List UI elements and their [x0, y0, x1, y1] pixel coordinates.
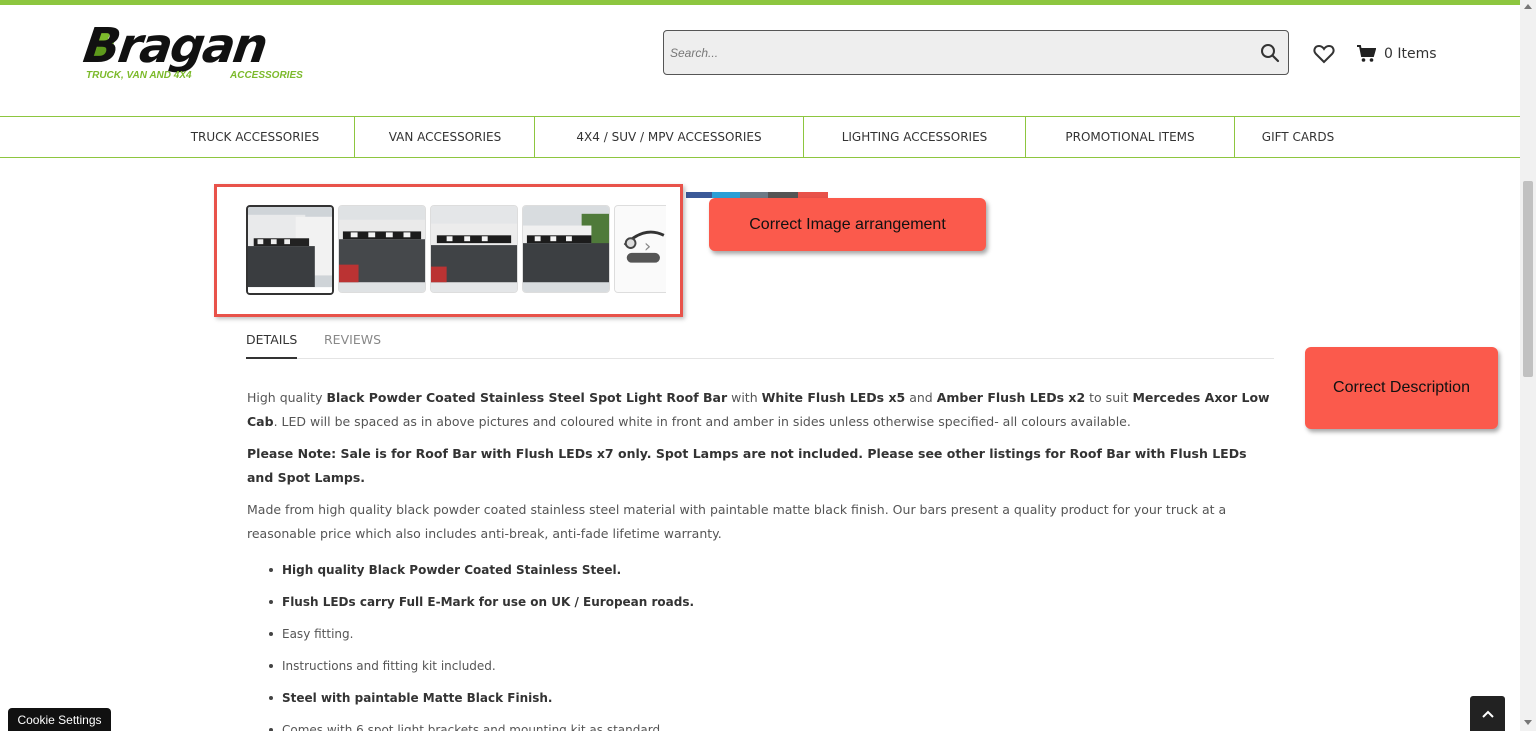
- nav-item-lighting-accessories[interactable]: LIGHTING ACCESSORIES: [804, 117, 1025, 157]
- cookie-settings-button[interactable]: Cookie Settings: [8, 708, 111, 731]
- description-text: . LED will be spaced as in above picture…: [273, 414, 1131, 429]
- description-paragraph: High quality Black Powder Coated Stainle…: [247, 386, 1277, 434]
- logo-tagline-right: ACCESSORIES: [230, 70, 303, 81]
- description-bold-text: Black Powder Coated Stainless Steel Spot…: [326, 390, 728, 405]
- main-nav: TRUCK ACCESSORIES VAN ACCESSORIES 4X4 / …: [0, 116, 1520, 158]
- nav-item-4x4-accessories[interactable]: 4X4 / SUV / MPV ACCESSORIES: [535, 117, 803, 157]
- back-to-top-button[interactable]: [1470, 696, 1505, 731]
- thumbnail-image[interactable]: [246, 205, 334, 295]
- list-item: Flush LEDs carry Full E-Mark for use on …: [247, 586, 1277, 618]
- list-item: Comes with 6 spot light brackets and mou…: [247, 714, 1277, 731]
- list-item: Instructions and fitting kit included.: [247, 650, 1277, 682]
- cart-link[interactable]: 0 Items: [1357, 43, 1437, 65]
- nav-item-truck-accessories[interactable]: TRUCK ACCESSORIES: [155, 117, 355, 157]
- top-accent-stripe: [0, 0, 1520, 5]
- list-item: Steel with paintable Matte Black Finish.: [247, 682, 1277, 714]
- facebook-share-icon[interactable]: [686, 192, 712, 198]
- description-text: with: [727, 390, 762, 405]
- scrollbar-thumb[interactable]: [1523, 181, 1533, 377]
- image-arrangement-callout: Correct Image arrangement: [709, 198, 986, 251]
- site-logo[interactable]: Bragan TRUCK, VAN AND 4X4 ACCESSORIES: [80, 18, 314, 88]
- thumbnail-image[interactable]: [614, 205, 666, 293]
- scroll-down-icon[interactable]: [1524, 720, 1532, 725]
- chevron-right-icon[interactable]: ›: [644, 236, 651, 257]
- list-item: High quality Black Powder Coated Stainle…: [247, 554, 1277, 586]
- tab-reviews[interactable]: REVIEWS: [324, 332, 381, 358]
- chevron-up-icon: [1481, 710, 1494, 718]
- page-scrollbar[interactable]: [1520, 0, 1536, 731]
- description-callout: Correct Description: [1305, 347, 1498, 429]
- product-thumbnails: [246, 205, 666, 295]
- description-text: High quality: [247, 390, 327, 405]
- description-text: and: [905, 390, 937, 405]
- search-icon[interactable]: [1260, 43, 1280, 63]
- nav-item-van-accessories[interactable]: VAN ACCESSORIES: [355, 117, 535, 157]
- search-box: [663, 30, 1289, 75]
- logo-tagline-left: TRUCK, VAN AND 4X4: [86, 70, 192, 81]
- description-paragraph: Made from high quality black powder coat…: [247, 502, 1227, 541]
- scroll-up-icon[interactable]: [1524, 4, 1532, 9]
- description-text: to suit: [1085, 390, 1133, 405]
- thumbnail-image[interactable]: [430, 205, 518, 293]
- nav-item-promotional-items[interactable]: PROMOTIONAL ITEMS: [1026, 117, 1234, 157]
- cart-count-label: 0 Items: [1384, 46, 1437, 62]
- tab-details[interactable]: DETAILS: [246, 332, 298, 359]
- product-description: High quality Black Powder Coated Stainle…: [247, 386, 1277, 731]
- thumbnail-image[interactable]: [522, 205, 610, 293]
- description-bold-text: White Flush LEDs x5: [761, 390, 906, 405]
- product-tabs: DETAILS REVIEWS: [246, 332, 1274, 359]
- feature-list: High quality Black Powder Coated Stainle…: [247, 554, 1277, 731]
- cart-icon: [1357, 45, 1376, 62]
- nav-item-gift-cards[interactable]: GIFT CARDS: [1235, 117, 1361, 157]
- search-input[interactable]: [664, 31, 1244, 74]
- list-item: Easy fitting.: [247, 618, 1277, 650]
- description-bold-text: Amber Flush LEDs x2: [936, 390, 1086, 405]
- sale-note: Please Note: Sale is for Roof Bar with F…: [247, 446, 1247, 485]
- logo-wordmark: Bragan: [80, 18, 270, 74]
- thumbnail-image[interactable]: [338, 205, 426, 293]
- heart-icon[interactable]: [1313, 44, 1335, 64]
